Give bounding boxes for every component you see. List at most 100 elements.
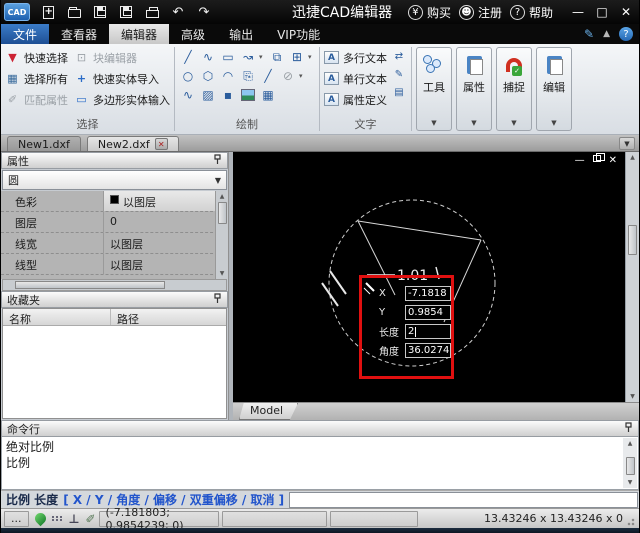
scroll-thumb[interactable] [628,225,637,255]
attribute-define-button[interactable]: A 属性定义 [324,91,387,108]
property-row-layer[interactable]: 图层 0 [1,212,228,233]
help-button[interactable]: ? 帮助 [509,4,553,21]
redo-icon[interactable]: ↷ [196,5,212,20]
ellipse-icon[interactable]: ⬡ [199,68,217,84]
new-file-icon[interactable] [40,5,56,20]
resize-grip[interactable] [627,511,637,526]
match-properties-button[interactable]: ✐ 匹配属性 [5,91,68,108]
mdi-minimize-icon[interactable]: — [575,155,585,166]
quick-select-button[interactable]: ▼ 快速选择 [5,49,68,66]
select-all-button[interactable]: ▦ 选择所有 [5,70,68,87]
marker-snap-icon[interactable] [32,510,48,527]
entity-type-selector[interactable]: 圆 ▼ [2,170,227,190]
arc-icon[interactable]: ◠ [219,68,237,84]
hatch-icon[interactable]: ▨ [199,87,217,103]
print-icon[interactable] [144,5,160,20]
favorites-col-path[interactable]: 路径 [111,309,145,326]
polygon-entity-input-button[interactable]: ▭ 多边形实体输入 [74,91,170,108]
xline-icon[interactable]: ╱ [259,68,277,84]
point-icon[interactable]: ▪ [219,87,237,103]
edit-text-icon[interactable]: ▤ [391,85,407,99]
open-file-icon[interactable] [66,5,82,20]
favorites-col-name[interactable]: 名称 [3,309,111,326]
doc-tab-new2[interactable]: New2.dxf ✕ [86,136,179,151]
mdi-restore-icon[interactable] [592,153,605,162]
minimize-button[interactable]: — [571,5,585,19]
close-tab-icon[interactable]: ✕ [154,138,168,150]
scroll-down-icon[interactable]: ▼ [628,477,633,488]
menu-tab-vip[interactable]: VIP功能 [265,24,332,44]
command-history[interactable]: 绝对比例 比例 ▲ ▼ [1,437,639,490]
close-button[interactable]: ✕ [619,5,633,19]
rectangle-icon[interactable]: ▭ [219,49,237,65]
scroll-thumb[interactable] [625,457,635,475]
canvas-scrollbar[interactable]: ▲ ▼ [625,152,639,402]
property-hscrollbar[interactable] [2,279,227,291]
scroll-up-icon[interactable]: ▲ [628,438,633,449]
pin-icon[interactable] [213,153,222,168]
property-row-color[interactable]: 色彩 以图层▼ [1,191,228,212]
tools-menu-button[interactable]: 工具 ▼ [416,47,452,131]
menu-tab-editor[interactable]: 编辑器 [109,24,170,44]
save-as-icon[interactable] [118,5,134,20]
polygon-icon: ▭ [76,93,87,106]
properties-menu-button[interactable]: 属性 ▼ [456,47,492,131]
region-icon[interactable]: ⊘ [279,68,297,84]
tab-list-dropdown-icon[interactable]: ▼ [619,137,635,150]
paste-block-icon[interactable]: ⎘ [239,68,257,84]
text-style-icon[interactable]: ✎ [391,67,407,81]
line-icon[interactable]: ╱ [179,49,197,65]
command-input[interactable] [289,491,638,508]
doc-tab-new1[interactable]: New1.dxf [7,136,81,151]
pen-style-icon[interactable]: ✎ [584,27,594,41]
mdi-close-icon[interactable]: ✕ [609,155,617,166]
grid-toggle-icon[interactable] [51,516,63,521]
field-icon[interactable]: ⇄ [391,49,407,63]
buy-button[interactable]: ¥ 购买 [407,4,451,21]
help-icon[interactable]: ? [619,27,633,41]
block-editor-button[interactable]: ⊡ 块编辑器 [74,49,170,66]
circle-icon[interactable]: ○ [179,68,197,84]
model-tab[interactable]: Model [239,403,299,420]
block-dropdown-icon[interactable]: ▾ [308,53,315,61]
command-scrollbar[interactable]: ▲ ▼ [623,438,637,488]
maximize-button[interactable]: □ [595,5,609,19]
copy-entity-icon[interactable]: ⧉ [268,49,286,65]
statusbar-overflow-button[interactable]: ... [4,510,29,527]
pin-icon[interactable] [624,421,633,436]
ortho-toggle-icon[interactable]: ⊥ [69,512,80,526]
save-icon[interactable] [92,5,108,20]
scroll-down-icon[interactable]: ▼ [630,391,635,402]
spline-icon[interactable]: ∿ [199,49,217,65]
sketch-toggle-icon[interactable]: ✐ [85,512,95,526]
scroll-down-icon[interactable]: ▼ [220,268,225,279]
region-dropdown-icon[interactable]: ▾ [299,72,306,80]
menu-tab-file[interactable]: 文件 [1,24,50,44]
hscroll-thumb[interactable] [15,281,165,289]
menu-tab-advanced[interactable]: 高级 [169,24,217,44]
property-scrollbar[interactable]: ▲ ▼ [215,191,228,279]
snap-menu-button[interactable]: ✓ 捕捉 ▼ [496,47,532,131]
pin-icon[interactable] [213,292,222,307]
image-icon[interactable] [239,87,257,103]
drawing-canvas[interactable]: — ✕ 1.01 X -7.1818 Y 0.9854 长度 2 角度 36.0… [233,152,625,402]
quick-entity-import-button[interactable]: + 快速实体导入 [74,70,170,87]
scroll-up-icon[interactable]: ▲ [630,152,635,163]
polyline-icon[interactable]: ↝ [239,49,257,65]
menu-tab-viewer[interactable]: 查看器 [49,24,109,44]
undo-icon[interactable]: ↶ [170,5,186,20]
scroll-up-icon[interactable]: ▲ [220,191,225,202]
menu-tab-output[interactable]: 输出 [217,24,265,44]
property-row-lineweight[interactable]: 线宽 以图层 [1,233,228,254]
property-row-linetype[interactable]: 线型 以图层 [1,254,228,275]
register-button[interactable]: ☻ 注册 [458,4,502,21]
freehand-icon[interactable]: ∿ [179,87,197,103]
singleline-text-button[interactable]: A 单行文本 [324,70,387,87]
edit-menu-button[interactable]: 编辑 ▼ [536,47,572,131]
collapse-ribbon-icon[interactable]: ▲ [603,29,610,39]
block-icon[interactable]: ⊞ [288,49,306,65]
polyline-dropdown-icon[interactable]: ▾ [259,53,266,61]
multiline-text-button[interactable]: A 多行文本 [324,49,387,66]
scroll-thumb[interactable] [217,202,227,224]
table-icon[interactable]: ▦ [259,87,277,103]
